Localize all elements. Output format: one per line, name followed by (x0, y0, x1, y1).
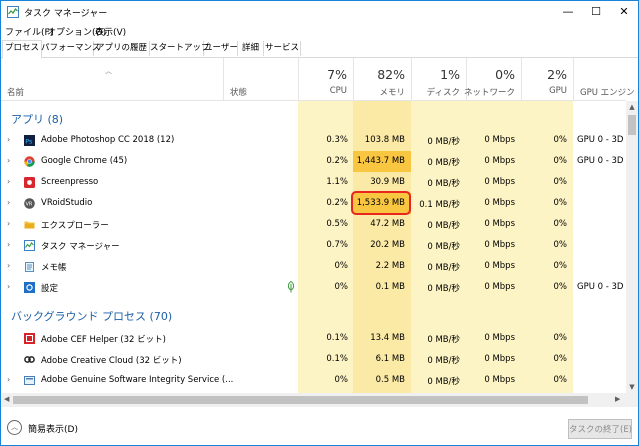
table-row[interactable]: › エクスプローラー 0.5% 47.2 MB 0 MB/秒 0 Mbps 0% (1, 214, 626, 235)
task-manager-icon (24, 240, 35, 251)
table-row[interactable]: › メモ帳 0% 2.2 MB 0 MB/秒 0 Mbps 0% (1, 256, 626, 277)
scroll-corner (626, 393, 638, 407)
table-row[interactable]: Adobe CEF Helper (32 ビット) 0.1% 13.4 MB 0… (1, 328, 626, 349)
table-row[interactable]: › タスク マネージャー 0.7% 20.2 MB 0 MB/秒 0 Mbps … (1, 235, 626, 256)
vroid-icon: VR (24, 198, 35, 209)
tab-bar: プロセス パフォーマンス アプリの履歴 スタートアップ ユーザー 詳細 サービス (1, 39, 638, 59)
expand-chevron-icon[interactable]: › (7, 177, 10, 186)
svg-text:VR: VR (26, 202, 33, 208)
menu-bar: ファイル(F) オプション(O) 表示(V) (1, 23, 638, 39)
tab-services[interactable]: サービス (264, 41, 301, 56)
scroll-up-icon[interactable]: ▲ (626, 103, 638, 111)
tab-users[interactable]: ユーザー (204, 41, 238, 56)
table-row[interactable]: Adobe Creative Cloud (32 ビット) 0.1% 6.1 M… (1, 349, 626, 370)
vertical-scrollbar[interactable]: ▲ ▼ (626, 101, 638, 393)
header-gpu-engine[interactable]: GPU エンジン (573, 58, 635, 100)
menu-view[interactable]: 表示(V) (95, 25, 126, 38)
adobe-cef-icon (24, 333, 35, 344)
creative-cloud-icon (24, 356, 35, 363)
header-cpu[interactable]: 7% CPU (298, 58, 353, 100)
horizontal-scrollbar[interactable]: ◀ ▶ (1, 393, 626, 407)
menu-file[interactable]: ファイル(F) (5, 25, 53, 38)
suspended-leaf-icon (287, 281, 295, 293)
tab-performance[interactable]: パフォーマンス (41, 41, 100, 56)
tab-startup[interactable]: スタートアップ (150, 41, 210, 56)
maximize-button[interactable]: ☐ (582, 1, 610, 23)
end-task-button[interactable]: タスクの終了(E) (568, 419, 632, 439)
header-status[interactable]: 状態 (223, 58, 298, 100)
header-network[interactable]: 0% ネットワーク (464, 58, 521, 100)
group-background: バックグラウンド プロセス (70) (11, 310, 173, 323)
expand-chevron-icon[interactable]: › (7, 156, 10, 165)
expand-chevron-icon[interactable]: › (7, 198, 10, 207)
header-disk[interactable]: 1% ディスク (411, 58, 466, 100)
close-button[interactable]: ✕ (610, 1, 638, 23)
table-row[interactable]: › Google Chrome (45) 0.2% 1,443.7 MB 0 M… (1, 151, 626, 172)
table-row[interactable]: › 設定 0% 0.1 MB 0 MB/秒 0 Mbps 0% GPU 0 - … (1, 277, 626, 298)
column-header: ︿ 名前 状態 7% CPU 82% メモリ 1% ディスク 0% ネットワーク… (1, 58, 635, 101)
collapse-up-icon[interactable]: ︿ (7, 420, 22, 435)
table-row[interactable]: › Adobe Genuine Software Integrity Servi… (1, 370, 626, 391)
photoshop-icon: Ps (24, 135, 35, 146)
process-list: アプリ (8) › Ps Adobe Photoshop CC 2018 (12… (1, 101, 626, 393)
title-bar: タスク マネージャー — ☐ ✕ (1, 1, 638, 23)
header-name[interactable]: ︿ 名前 (1, 58, 223, 100)
group-apps: アプリ (8) (11, 113, 64, 126)
expand-chevron-icon[interactable]: › (7, 219, 10, 228)
notepad-icon (25, 262, 34, 272)
header-gpu[interactable]: 2% GPU (521, 58, 573, 100)
fewer-details-link[interactable]: 簡易表示(D) (28, 422, 78, 435)
expand-chevron-icon[interactable]: › (7, 375, 10, 384)
table-row[interactable]: › Ps Adobe Photoshop CC 2018 (12) 0.3% 1… (1, 130, 626, 151)
expand-chevron-icon[interactable]: › (7, 135, 10, 144)
scroll-down-icon[interactable]: ▼ (626, 383, 638, 391)
adobe-genuine-icon (24, 376, 35, 385)
expand-chevron-icon[interactable]: › (7, 240, 10, 249)
settings-icon (24, 282, 35, 293)
scroll-left-icon[interactable]: ◀ (4, 395, 9, 403)
table-row[interactable]: › VR VRoidStudio 0.2% 1,533.9 MB 0.1 MB/… (1, 191, 626, 215)
footer: ︿ 簡易表示(D) タスクの終了(E) (1, 407, 638, 445)
sort-caret-icon: ︿ (105, 67, 112, 75)
table-row[interactable]: › Screenpresso 1.1% 30.9 MB 0 MB/秒 0 Mbp… (1, 172, 626, 193)
tab-app-history[interactable]: アプリの履歴 (94, 41, 150, 56)
tab-processes[interactable]: プロセス (2, 40, 42, 59)
expand-chevron-icon[interactable]: › (7, 282, 10, 291)
minimize-button[interactable]: — (554, 1, 582, 23)
screenpresso-icon (24, 177, 35, 188)
header-memory[interactable]: 82% メモリ (353, 58, 411, 100)
scroll-right-icon[interactable]: ▶ (615, 395, 620, 403)
task-manager-icon (7, 6, 19, 18)
chrome-icon (24, 156, 35, 167)
hscroll-thumb[interactable] (13, 396, 588, 404)
task-manager-window: タスク マネージャー — ☐ ✕ ファイル(F) オプション(O) 表示(V) … (0, 0, 639, 446)
svg-text:Ps: Ps (25, 137, 33, 145)
window-title: タスク マネージャー (24, 9, 108, 19)
tab-details[interactable]: 詳細 (238, 41, 264, 56)
scroll-thumb[interactable] (628, 115, 636, 135)
explorer-icon (24, 221, 35, 229)
expand-chevron-icon[interactable]: › (7, 261, 10, 270)
